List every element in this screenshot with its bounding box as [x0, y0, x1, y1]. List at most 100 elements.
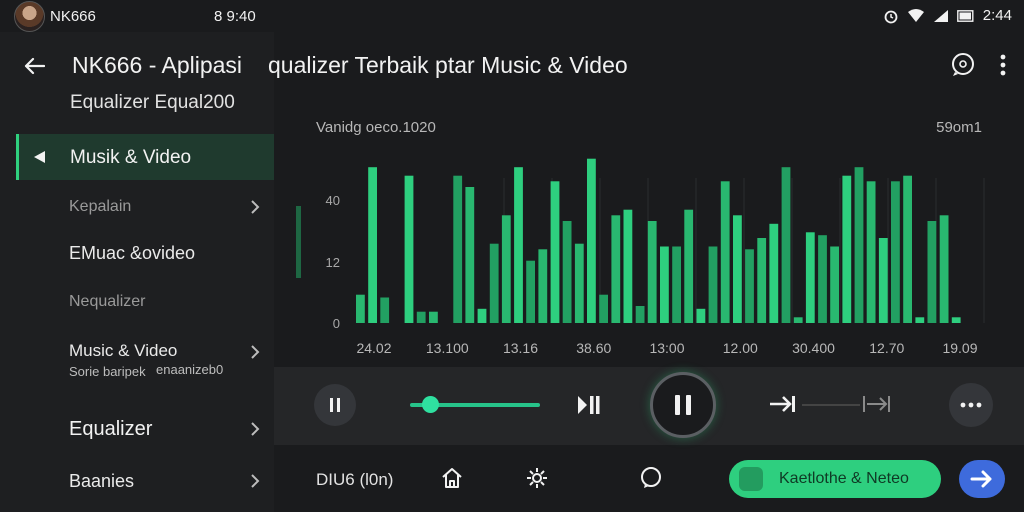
sidebar-item-label: Baanies	[69, 471, 135, 491]
status-bar: NK666 8 9:40 2:44	[0, 0, 1024, 32]
bar	[635, 306, 645, 323]
sidebar-item-musik-video[interactable]: Musik & Video	[16, 134, 274, 180]
pause-icon	[675, 395, 691, 415]
bar	[818, 235, 827, 323]
bottom-bar: DIU6 (l0n) Kaetlothe & Neteo	[274, 445, 1024, 512]
x-tick-label: 13.100	[426, 340, 469, 356]
skip-end-icon[interactable]	[862, 394, 892, 414]
bar	[757, 238, 767, 323]
chevron-right-icon	[251, 345, 260, 359]
forward-button[interactable]	[959, 460, 1005, 498]
status-time-left: 8 9:40	[214, 8, 256, 25]
x-tick-label: 12.70	[869, 340, 904, 356]
sidebar-item-equalizer[interactable]: Equalizer	[16, 414, 274, 444]
bar	[501, 215, 511, 323]
status-time-right: 2:44	[982, 7, 1012, 24]
sidebar-item-label: Equalizer	[69, 418, 153, 440]
sidebar-item-emuac-ovideo[interactable]: EMuac &ovideo	[16, 238, 274, 268]
bar	[538, 249, 548, 323]
sidebar-item-baanies[interactable]: Baanies	[16, 466, 274, 496]
bar	[672, 246, 681, 323]
y-tick-label: 40	[326, 193, 340, 208]
bar	[429, 311, 438, 323]
bar	[854, 167, 864, 323]
bar	[526, 260, 535, 323]
sidebar-item-label: Music & Video	[69, 341, 178, 360]
status-icons: 2:44	[883, 7, 1012, 24]
messages-button[interactable]	[638, 465, 664, 491]
bar	[769, 223, 779, 323]
back-button[interactable]	[20, 52, 48, 80]
bar-chart: 40 12 0 24.02 13.100 13.16 38.60 13:00 12.00 30.4…	[296, 158, 985, 356]
speaker-icon	[34, 151, 45, 163]
bar	[939, 215, 949, 323]
bar	[574, 243, 584, 323]
skip-pause-icon[interactable]	[577, 394, 601, 416]
bar	[489, 243, 499, 323]
x-tick-label: 13.16	[503, 340, 538, 356]
bar	[720, 181, 730, 323]
bar	[514, 167, 523, 323]
sidebar-item-sublabel-2: enaanizeb0	[156, 362, 224, 377]
bar	[562, 221, 572, 323]
sidebar-item-nequalizer[interactable]: Nequalizer	[16, 287, 274, 317]
axis-marker	[296, 206, 301, 278]
sidebar-item-label: Kepalain	[69, 198, 132, 215]
bottom-label: DIU6 (l0n)	[316, 470, 394, 489]
bar	[599, 294, 608, 323]
bar	[878, 238, 888, 323]
bar	[733, 215, 742, 323]
bar	[951, 317, 961, 323]
bar	[903, 175, 912, 323]
next-icon[interactable]	[768, 393, 798, 415]
app-badge-icon	[739, 467, 763, 491]
bar	[684, 209, 694, 323]
bar	[465, 187, 475, 323]
pause-icon	[330, 398, 340, 412]
chat-bubble-icon[interactable]	[950, 52, 976, 78]
bar	[477, 308, 487, 323]
more-options-button[interactable]	[949, 383, 993, 427]
settings-button[interactable]	[524, 465, 550, 491]
bar	[915, 317, 925, 323]
x-tick-label: 12.00	[723, 340, 758, 356]
sidebar-item-music-video[interactable]: Music & Video Sorie baripek enaanizeb0	[16, 337, 274, 383]
home-icon	[442, 468, 462, 488]
avatar[interactable]	[14, 1, 45, 32]
pause-small-button[interactable]	[314, 384, 356, 426]
bar	[368, 167, 377, 323]
volume-slider-knob[interactable]	[421, 396, 439, 413]
header-actions	[950, 52, 1006, 78]
play-pause-button[interactable]	[650, 372, 716, 438]
music-video-pill-button[interactable]: Kaetlothe & Neteo	[729, 460, 941, 498]
sidebar-item-label: EMuac &ovideo	[69, 243, 196, 263]
status-title: NK666	[50, 8, 96, 25]
bar	[404, 175, 414, 323]
bar	[781, 167, 791, 323]
app-title: NK666 - Aplipasi	[72, 52, 243, 78]
signal-icon	[933, 9, 948, 22]
bar	[805, 232, 815, 323]
bar	[647, 221, 657, 323]
sidebar-item-kepalain[interactable]: Kepalain	[16, 192, 274, 222]
player-bar	[274, 367, 1024, 445]
chevron-right-icon	[251, 474, 260, 488]
seek-track[interactable]	[802, 404, 860, 406]
bar	[708, 246, 718, 323]
more-vert-icon[interactable]	[1000, 54, 1006, 76]
bar	[745, 249, 754, 323]
battery-icon	[956, 9, 974, 22]
bar	[891, 181, 900, 323]
bar	[660, 246, 669, 323]
gear-icon	[527, 468, 547, 488]
arrow-right-icon	[970, 470, 992, 488]
app-subtitle: Equalizer Equal200	[70, 92, 235, 113]
alarm-icon	[884, 10, 898, 23]
chevron-right-icon	[251, 200, 260, 214]
home-button[interactable]	[439, 465, 465, 491]
bar	[356, 294, 365, 323]
bar	[453, 175, 463, 323]
x-tick-label: 30.400	[792, 340, 835, 356]
x-tick-label: 38.60	[576, 340, 611, 356]
bar	[623, 209, 633, 323]
